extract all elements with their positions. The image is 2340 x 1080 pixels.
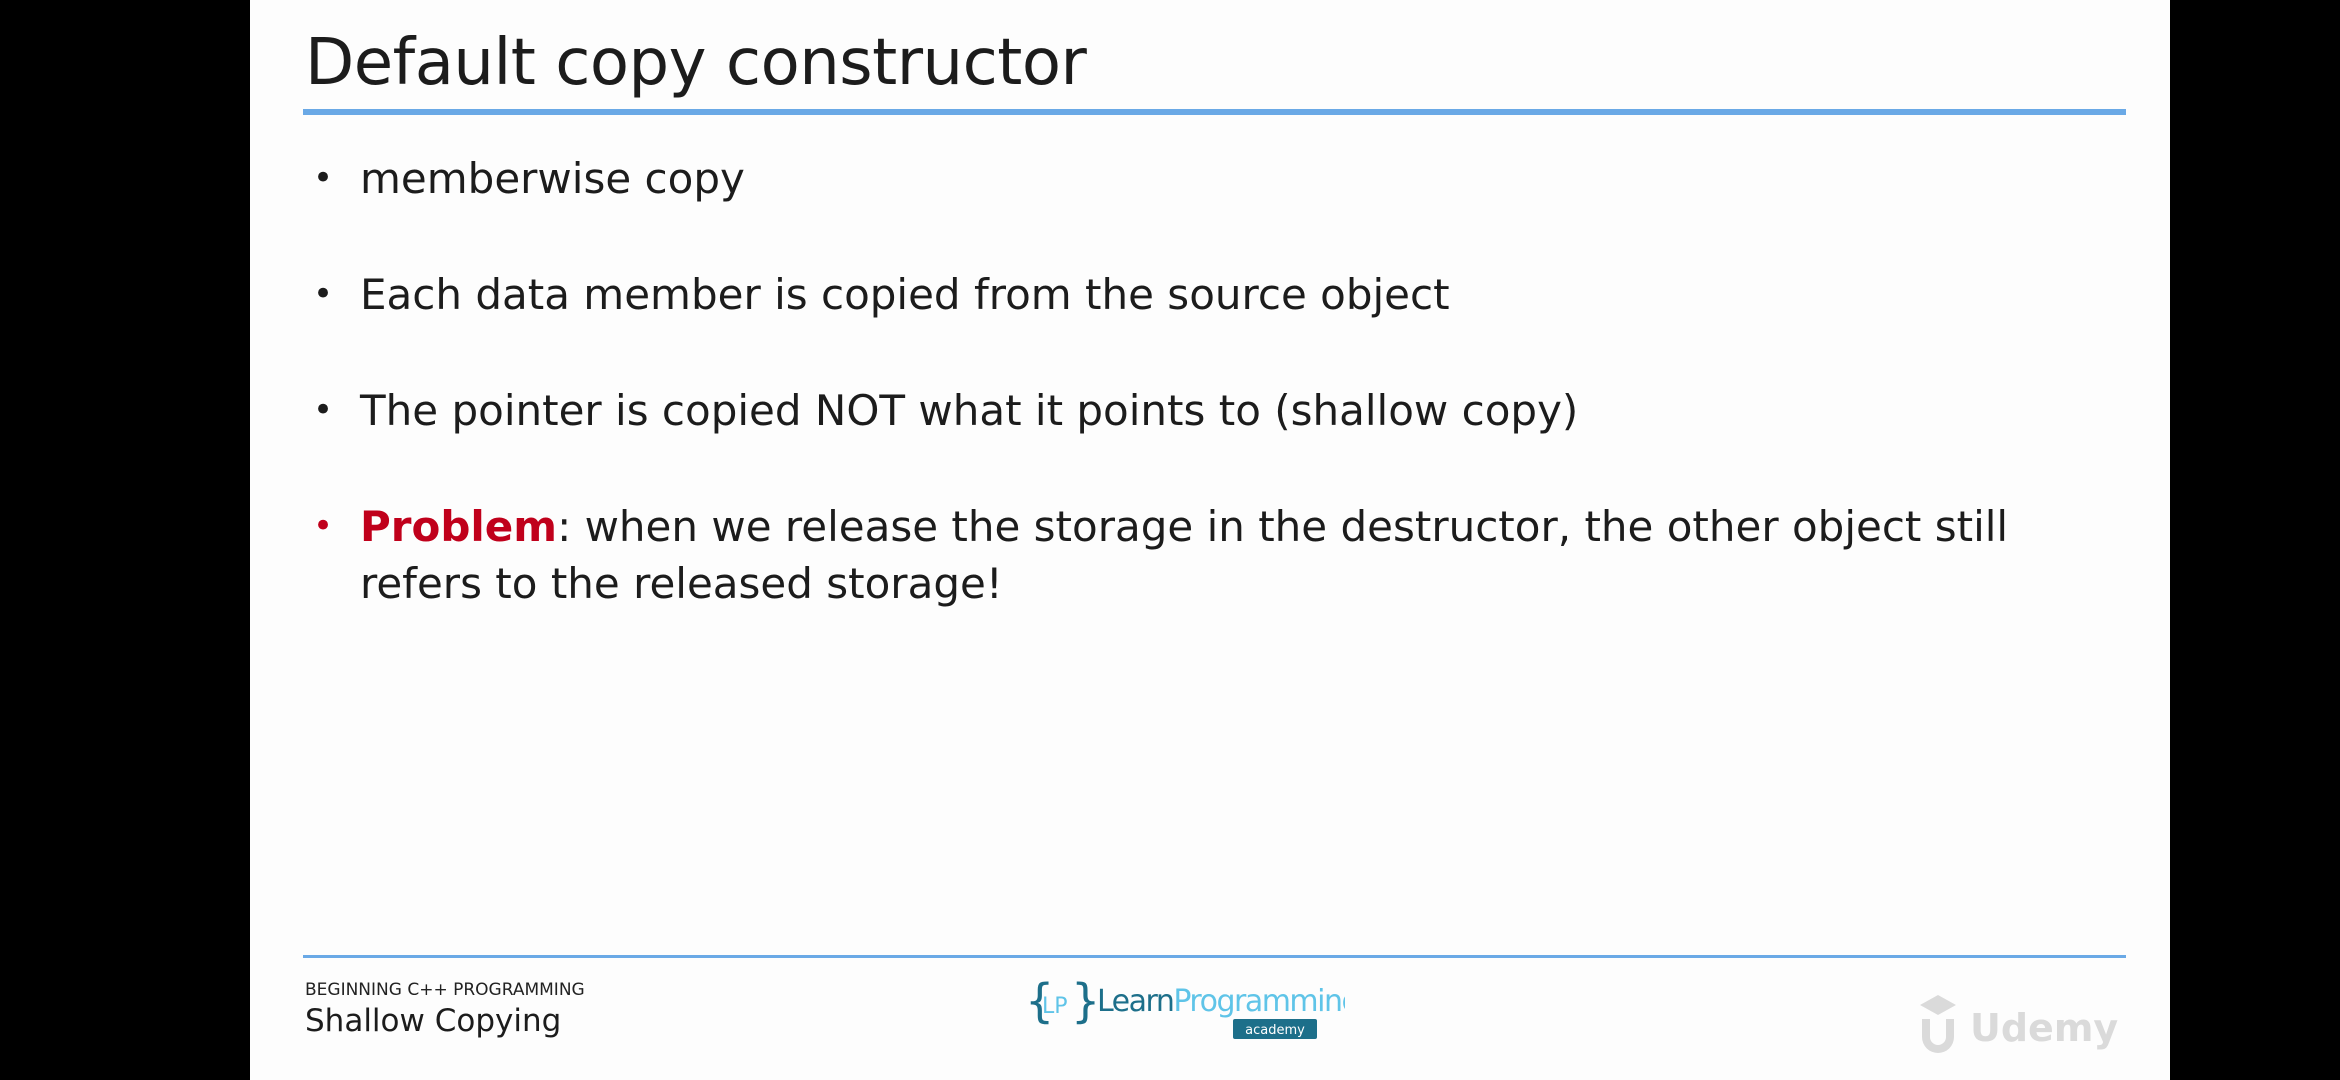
bullet-marker: •: [313, 158, 334, 198]
footer-divider: [303, 955, 2126, 958]
problem-description: : when we release the storage in the des…: [360, 502, 2009, 608]
bullet-text: The pointer is copied NOT what it points…: [360, 386, 1579, 435]
udemy-logo-icon: [1920, 995, 1956, 1053]
bullet-item: • The pointer is copied NOT what it poin…: [305, 382, 2120, 439]
bullet-marker: •: [313, 390, 334, 430]
svg-text:LearnProgramming: LearnProgramming: [1097, 984, 1345, 1019]
bullet-item-problem: • Problem: when we release the storage i…: [305, 498, 2120, 612]
bullet-text: Each data member is copied from the sour…: [360, 270, 1450, 319]
bullet-text: memberwise copy: [360, 154, 745, 203]
lecture-slide: Default copy constructor • memberwise co…: [250, 0, 2170, 1080]
lecture-name: Shallow Copying: [305, 1003, 562, 1039]
bullet-text: Problem: when we release the storage in …: [360, 498, 2120, 612]
logo-word-programming: Programming: [1173, 984, 1345, 1019]
svg-text:LP: LP: [1042, 994, 1068, 1019]
title-underline: [303, 109, 2126, 115]
learn-programming-logo: { LP } LearnProgramming academy: [1025, 975, 1345, 1039]
logo-badge: academy: [1245, 1023, 1305, 1038]
bullet-marker: •: [313, 274, 334, 314]
watermark-text: Udemy: [1970, 1006, 2118, 1050]
bullet-item: • Each data member is copied from the so…: [305, 266, 2120, 323]
bullet-item: • memberwise copy: [305, 150, 2120, 207]
course-name: BEGINNING C++ PROGRAMMING: [305, 980, 585, 1000]
video-viewport[interactable]: Default copy constructor • memberwise co…: [0, 0, 2340, 1080]
lp-brace-logo-icon: { LP }: [1025, 975, 1100, 1028]
logo-word-learn: Learn: [1097, 984, 1173, 1019]
udemy-watermark: Udemy: [1920, 995, 2118, 1053]
bullet-marker: •: [313, 506, 334, 546]
problem-label: Problem: [360, 502, 558, 551]
svg-text:}: }: [1071, 975, 1100, 1028]
slide-title: Default copy constructor: [305, 26, 1087, 100]
